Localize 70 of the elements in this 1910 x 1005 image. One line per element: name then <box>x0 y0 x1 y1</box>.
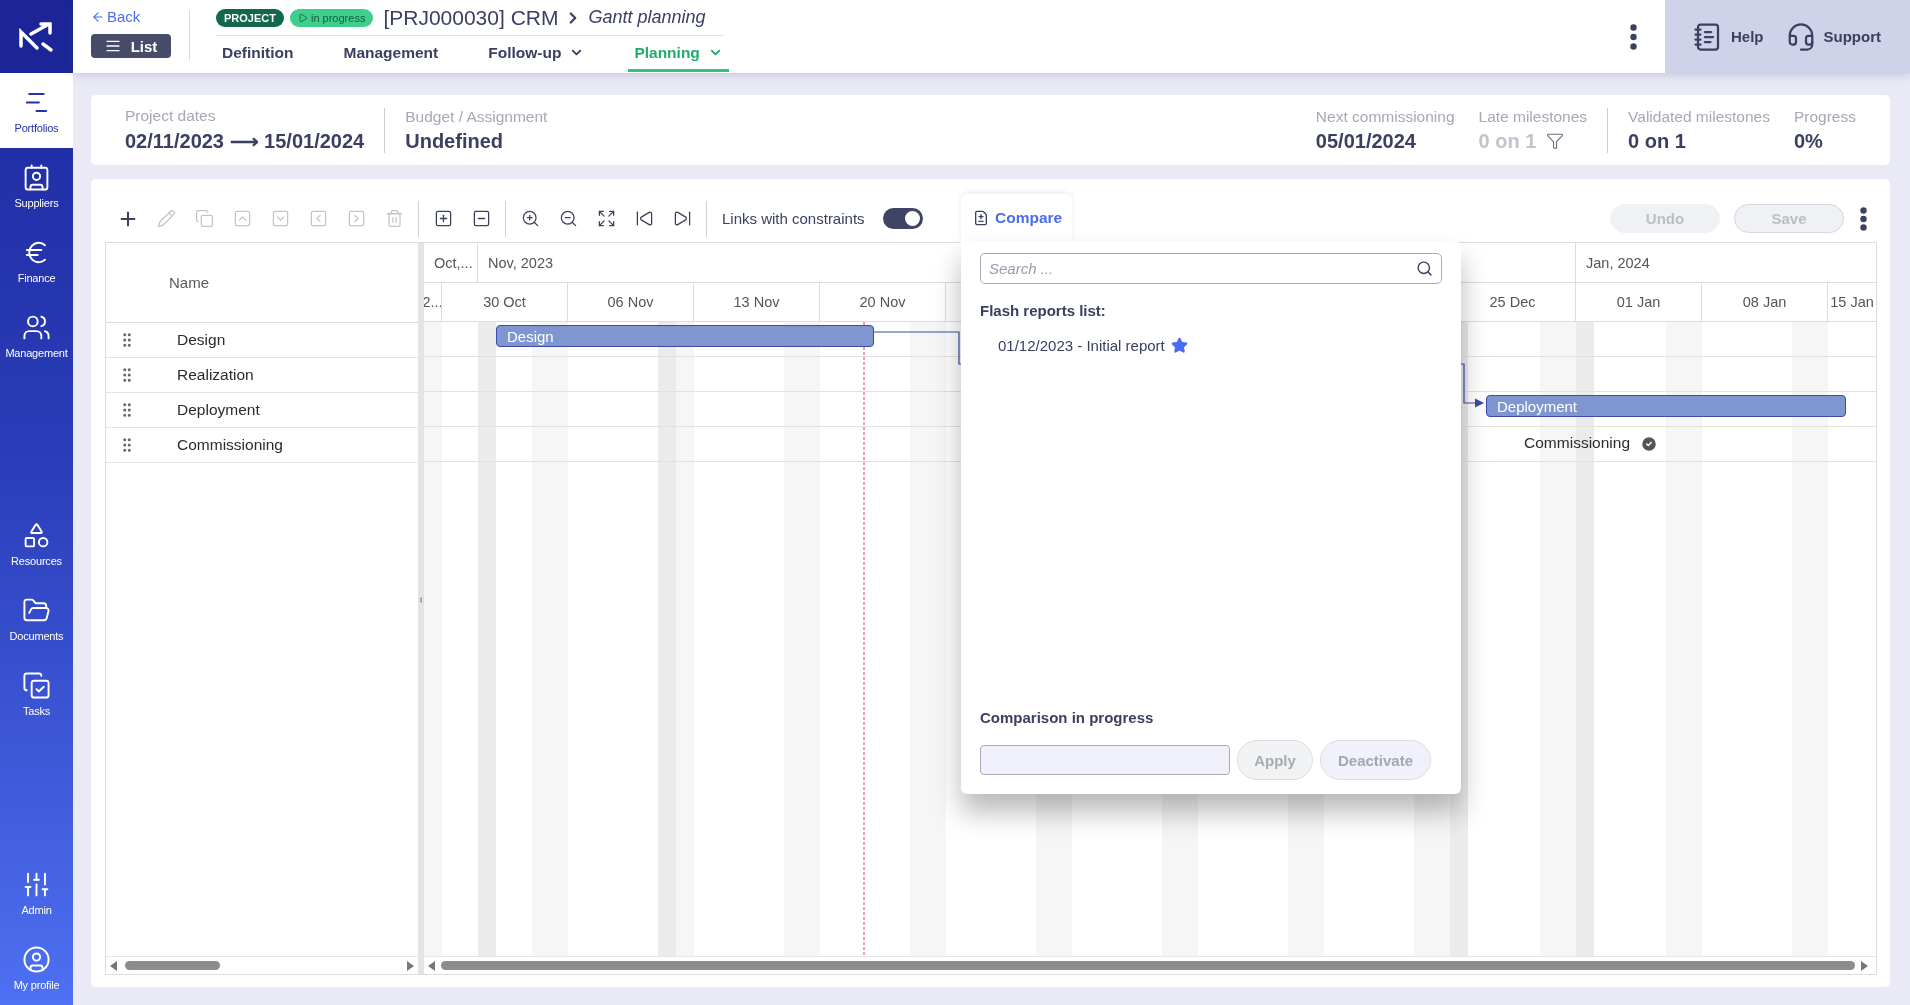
week-label: 2... <box>424 294 441 310</box>
search-field[interactable]: Search ... <box>980 253 1442 284</box>
support-link[interactable]: Support <box>1785 21 1881 52</box>
sidebar-item[interactable]: Suppliers <box>0 148 73 223</box>
month-label: Oct,... <box>434 254 473 271</box>
play-icon <box>297 12 308 23</box>
column-header: Name <box>169 274 209 291</box>
sidebar-item[interactable]: My profile <box>0 930 73 1005</box>
stat-label: Progress <box>1793 107 1856 126</box>
month-label: Jan, 2024 <box>1586 254 1650 271</box>
sidebar-item[interactable]: Finance <box>0 223 73 298</box>
page-subtitle: Gantt planning <box>588 7 706 28</box>
checked-copies-icon <box>22 670 51 700</box>
sidebar-item[interactable]: Tasks <box>0 656 73 731</box>
stat-label: Next commissioning <box>1315 107 1455 126</box>
back-link[interactable]: Back <box>91 8 189 25</box>
stat-label: Budget / Assignment <box>405 107 548 126</box>
month-label: Nov, 2023 <box>488 254 554 271</box>
nav-tab[interactable]: Follow-up <box>482 36 591 72</box>
kebab-icon <box>1860 206 1867 231</box>
task-name: Realization <box>177 366 254 384</box>
file-diff-icon <box>973 209 989 226</box>
user-circle-icon <box>22 944 51 974</box>
type-badge: PROJECT <box>216 8 284 27</box>
sidebar-item[interactable]: Documents <box>0 581 73 656</box>
compare-tab[interactable]: Compare <box>961 194 1072 241</box>
sidebar-item[interactable]: Resources <box>0 506 73 581</box>
stat-value: Undefined <box>405 129 503 153</box>
comparison-field[interactable] <box>980 745 1230 775</box>
report-item[interactable]: 01/12/2023 - Initial report <box>998 337 1442 354</box>
week-label: 06 Nov <box>607 294 654 310</box>
nav-tab[interactable]: Definition <box>216 36 300 72</box>
stat-label: Project dates <box>125 107 217 125</box>
filter-icon[interactable] <box>1546 132 1565 150</box>
section-title: Comparison in progress <box>980 709 1155 726</box>
week-label: 15 Jan <box>1830 294 1874 310</box>
sidebar-item[interactable]: Admin <box>0 855 73 930</box>
week-label: 30 Oct <box>483 294 526 310</box>
milestone-label: Commissioning <box>1524 434 1630 452</box>
list-title: Flash reports list: <box>980 302 1107 319</box>
links-toggle[interactable] <box>882 208 923 229</box>
status-badge: in progress <box>289 8 374 27</box>
stat-value: 02/11/2023 ⟶ 15/01/2024 <box>125 129 365 153</box>
list-button[interactable]: List <box>91 34 171 58</box>
week-label: 20 Nov <box>859 294 906 310</box>
stat-value: 0 on 1 <box>1628 129 1686 153</box>
search-icon <box>1416 260 1433 277</box>
toggle-label: Links with constraints <box>722 210 865 227</box>
user-card-icon <box>22 162 51 192</box>
stat-label: Validated milestones <box>1628 107 1770 126</box>
stat-value: 0% <box>1793 129 1823 153</box>
stat-value: 05/01/2024 <box>1315 129 1416 153</box>
week-label: 13 Nov <box>733 294 780 310</box>
sidebar-item[interactable]: Portfolios <box>0 73 73 148</box>
kebab-icon <box>1630 23 1637 50</box>
week-label: 01 Jan <box>1616 294 1661 310</box>
task-name: Commissioning <box>177 436 283 454</box>
sidebar-item[interactable]: Management <box>0 298 73 373</box>
stat-value: 0 on 1 <box>1478 129 1537 153</box>
project-title: [PRJ000030] CRM <box>383 5 559 30</box>
nav-tab[interactable]: Management <box>337 36 445 72</box>
stat-label: Late milestones <box>1478 107 1588 126</box>
week-label: 25 Dec <box>1489 294 1536 310</box>
list-icon <box>104 38 121 54</box>
help-link[interactable]: Help <box>1693 21 1764 52</box>
shapes-icon <box>22 520 51 550</box>
logo[interactable] <box>0 0 73 73</box>
week-label: 08 Jan <box>1742 294 1787 310</box>
task-name: Design <box>177 331 226 349</box>
task-name: Deployment <box>177 401 260 419</box>
